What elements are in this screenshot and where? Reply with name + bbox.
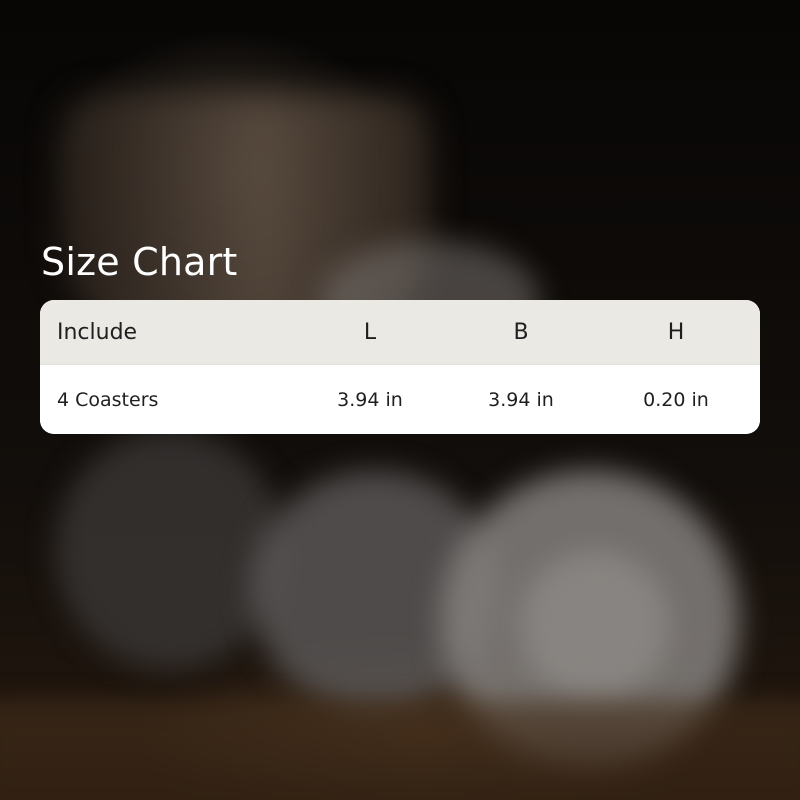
page-title: Size Chart bbox=[41, 240, 238, 284]
size-chart-table: Include L B H 4 Coasters 3.94 in 3.94 in… bbox=[40, 300, 760, 434]
header-height: H bbox=[667, 319, 685, 345]
blurred-table-surface bbox=[0, 700, 800, 800]
cell-breadth: 3.94 in bbox=[488, 388, 554, 411]
cell-length: 3.94 in bbox=[337, 388, 403, 411]
blurred-coaster-center bbox=[520, 550, 670, 700]
header-include: Include bbox=[57, 319, 138, 345]
header-breadth: B bbox=[513, 319, 529, 345]
table-row: 4 Coasters 3.94 in 3.94 in 0.20 in bbox=[40, 364, 760, 434]
cell-height: 0.20 in bbox=[643, 388, 709, 411]
table-header-row: Include L B H bbox=[40, 300, 760, 364]
header-length: L bbox=[363, 319, 377, 345]
cell-include: 4 Coasters bbox=[57, 388, 159, 411]
blurred-coaster bbox=[55, 430, 285, 670]
